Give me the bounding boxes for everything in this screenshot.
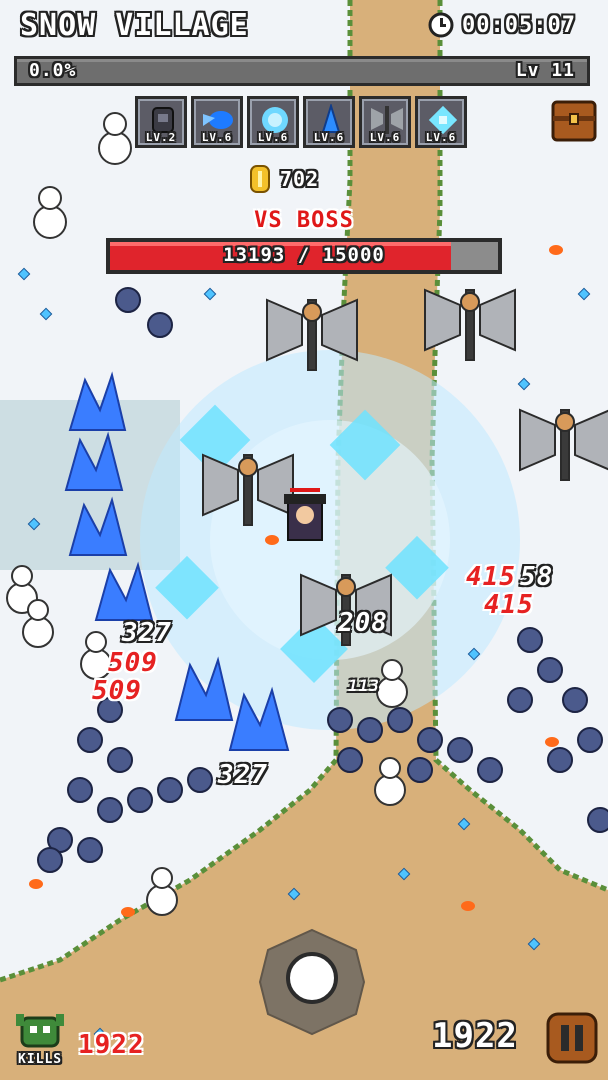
- skill-level: LV.6: [313, 131, 345, 144]
- player-character: [284, 488, 326, 541]
- coin-count: 702: [280, 167, 320, 191]
- player-level: Lv 11: [515, 60, 575, 81]
- skill-slot: LV.2: [135, 96, 187, 148]
- skill-level: LV.2: [145, 131, 177, 144]
- damage-number: 113: [348, 676, 380, 695]
- joystick-knob: [286, 952, 338, 1004]
- score-counter: 1922: [432, 1016, 518, 1056]
- boss-label: VS BOSS: [254, 208, 354, 233]
- damage-number: 415: [466, 562, 516, 592]
- game-world: [0, 0, 608, 1080]
- skill-level: LV.6: [425, 131, 457, 144]
- stage-title: SNOW VILLAGE: [20, 8, 249, 43]
- clock-icon: [428, 12, 454, 38]
- pause-button[interactable]: [546, 1010, 598, 1066]
- damage-number: 327: [218, 760, 268, 790]
- kills-label: KILLS: [18, 1052, 63, 1067]
- damage-number: 509: [108, 648, 158, 678]
- enemy-skull-icon: [16, 1014, 64, 1048]
- skill-bar: LV.2 LV.6 LV.6 LV.6 LV.6 LV.6: [135, 96, 467, 148]
- xp-bar: 0.0% Lv 11: [14, 56, 590, 86]
- coin-counter: 702: [248, 164, 319, 194]
- skill-slot: LV.6: [303, 96, 355, 148]
- kills-count: 1922: [78, 1030, 145, 1060]
- skill-slot: LV.6: [359, 96, 411, 148]
- damage-number: 58: [520, 562, 554, 592]
- coin-icon: [250, 165, 270, 193]
- boss-hp-bar: 13193 / 15000: [106, 238, 502, 274]
- skill-level: LV.6: [369, 131, 401, 144]
- boss-hp-text: 13193 / 15000: [223, 244, 385, 266]
- xp-percent: 0.0%: [29, 60, 77, 81]
- skill-slot: LV.6: [415, 96, 467, 148]
- timer-text: 00:05:07: [462, 12, 576, 38]
- treasure-chest-button[interactable]: [550, 96, 598, 144]
- damage-number: 509: [92, 676, 142, 706]
- virtual-joystick[interactable]: [258, 928, 366, 1036]
- skill-level: LV.6: [201, 131, 233, 144]
- damage-number: 327: [122, 618, 172, 648]
- skill-slot: LV.6: [191, 96, 243, 148]
- damage-number: 415: [484, 590, 534, 620]
- stage-timer: 00:05:07: [428, 12, 576, 38]
- skill-slot: LV.6: [247, 96, 299, 148]
- damage-number: 208: [338, 608, 388, 638]
- kill-counter: KILLS 1922: [14, 1012, 144, 1067]
- skill-level: LV.6: [257, 131, 289, 144]
